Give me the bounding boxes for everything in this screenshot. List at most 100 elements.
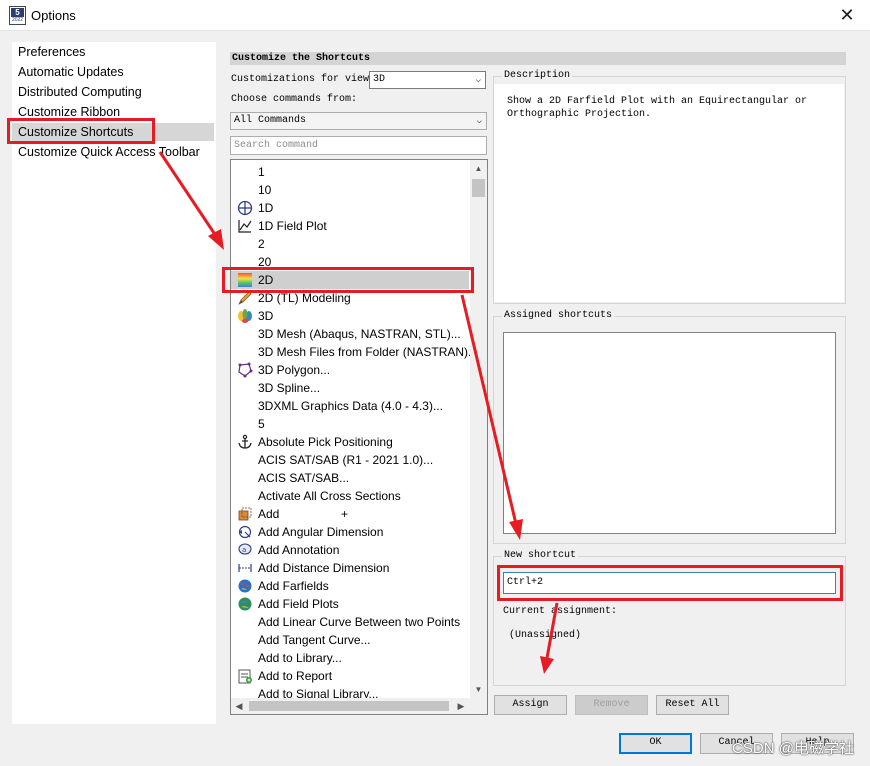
vertical-scrollbar[interactable]: ▲ ▼ <box>470 160 487 698</box>
command-item-label: Absolute Pick Positioning <box>258 435 393 449</box>
nav-item-preferences[interactable]: Preferences <box>18 43 85 61</box>
command-item-label: 1D <box>258 201 274 215</box>
command-item[interactable]: 3D Mesh Files from Folder (NASTRAN)... <box>231 343 478 361</box>
remove-button[interactable]: Remove <box>575 695 648 715</box>
ok-button[interactable]: OK <box>619 733 692 754</box>
current-assignment-label: Current assignment: <box>503 606 618 617</box>
command-item-label: 3D <box>258 309 274 323</box>
command-item[interactable]: 3DXML Graphics Data (4.0 - 4.3)... <box>231 397 469 415</box>
command-item-label: 2 <box>258 237 265 251</box>
command-item-label: 3D Polygon... <box>258 363 331 377</box>
command-item-label: 3D Spline... <box>258 381 321 395</box>
command-item[interactable]: Add to Library... <box>231 649 469 667</box>
chevron-down-icon: ⌵ <box>475 75 481 85</box>
scroll-up-icon[interactable]: ▲ <box>470 160 487 177</box>
app-logo-top: 5 <box>11 8 24 17</box>
command-item[interactable]: Add Linear Curve Between two Points <box>231 613 469 631</box>
command-item-label: Add Angular Dimension <box>258 525 384 539</box>
command-item[interactable]: ACIS SAT/SAB... <box>231 469 469 487</box>
scroll-thumb-horizontal[interactable] <box>249 701 449 711</box>
description-text: Show a 2D Farfield Plot with an Equirect… <box>507 96 808 120</box>
scroll-right-icon[interactable]: ▶ <box>453 698 469 714</box>
current-assignment-value: (Unassigned) <box>509 630 582 641</box>
command-item-label: 1 <box>258 165 265 179</box>
distance-dimension-icon <box>237 560 253 576</box>
assign-button[interactable]: Assign <box>494 695 567 715</box>
crosshair-circle-icon <box>237 200 253 216</box>
nav-item-customize-quick-access-toolbar[interactable]: Customize Quick Access Toolbar <box>18 143 200 161</box>
command-item[interactable]: 1D Field Plot <box>231 217 469 235</box>
command-item[interactable]: 3D Spline... <box>231 379 469 397</box>
command-item-label: Add Tangent Curve... <box>258 633 371 647</box>
reset-all-button[interactable]: Reset All <box>656 695 729 715</box>
command-item-label: Add Field Plots <box>258 597 339 611</box>
command-item-label: ACIS SAT/SAB... <box>258 471 350 485</box>
command-item[interactable]: 3D Polygon... <box>231 361 469 379</box>
command-item[interactable]: Add Distance Dimension <box>231 559 469 577</box>
highlight-box-command <box>222 267 474 293</box>
anchor-icon <box>237 434 253 450</box>
command-item-label: ACIS SAT/SAB (R1 - 2021 1.0)... <box>258 453 434 467</box>
view-label: Customizations for view: <box>231 74 376 85</box>
section-header: Customize the Shortcuts <box>230 52 846 65</box>
command-item-label: Add Distance Dimension <box>258 561 390 575</box>
command-item[interactable]: 5 <box>231 415 469 433</box>
command-item[interactable]: 1 <box>231 163 469 181</box>
view-select[interactable]: 3D ⌵ <box>369 71 486 89</box>
description-title: Description <box>502 70 573 82</box>
command-item[interactable]: Add to Report <box>231 667 469 685</box>
svg-text:a: a <box>242 546 246 554</box>
command-item-label: Add Linear Curve Between two Points <box>258 615 461 629</box>
assigned-shortcuts-title: Assigned shortcuts <box>502 310 615 322</box>
search-input[interactable]: Search command <box>230 136 487 155</box>
close-icon[interactable]: ✕ <box>824 0 870 30</box>
assigned-shortcuts-list[interactable] <box>503 332 836 534</box>
command-item[interactable]: Add Farfields <box>231 577 469 595</box>
command-item[interactable]: Activate All Cross Sections <box>231 487 469 505</box>
add-block-icon <box>237 506 253 522</box>
command-item[interactable]: ACIS SAT/SAB (R1 - 2021 1.0)... <box>231 451 469 469</box>
field-plot-globe-icon <box>237 596 253 612</box>
options-nav: Preferences Automatic Updates Distribute… <box>12 42 216 724</box>
app-logo-icon: 5 2022 <box>9 6 26 25</box>
command-item[interactable]: Add Field Plots <box>231 595 469 613</box>
nav-item-automatic-updates[interactable]: Automatic Updates <box>18 63 124 81</box>
command-item[interactable]: 2 <box>231 235 469 253</box>
command-item-label: 3D Mesh (Abaqus, NASTRAN, STL)... <box>258 327 461 341</box>
scroll-left-icon[interactable]: ◀ <box>231 698 247 714</box>
polygon-icon <box>237 362 253 378</box>
window-title: Options <box>31 8 76 23</box>
command-item-label: Add Annotation <box>258 543 340 557</box>
new-shortcut-title: New shortcut <box>502 550 579 562</box>
commands-select-value: All Commands <box>234 115 307 126</box>
horizontal-scrollbar[interactable]: ◀ ▶ <box>231 698 487 714</box>
report-icon <box>237 668 253 684</box>
command-list[interactable]: 1 10 1D 1D Field Plot 2 20 2D 2D (TL) Modeling 3… <box>230 159 488 715</box>
nav-item-distributed-computing[interactable]: Distributed Computing <box>18 83 142 101</box>
commands-label: Choose commands from: <box>231 94 358 105</box>
scroll-down-icon[interactable]: ▼ <box>470 681 487 698</box>
command-item[interactable]: 3D Mesh (Abaqus, NASTRAN, STL)... <box>231 325 469 343</box>
command-item[interactable]: a Add Annotation <box>231 541 469 559</box>
command-item-label: 5 <box>258 417 265 431</box>
command-item-label: Activate All Cross Sections <box>258 489 401 503</box>
command-item[interactable]: Add Angular Dimension <box>231 523 469 541</box>
command-item[interactable]: Add + <box>231 505 469 523</box>
command-item-label: 10 <box>258 183 272 197</box>
command-item[interactable]: Add Tangent Curve... <box>231 631 469 649</box>
commands-select[interactable]: All Commands ⌵ <box>230 112 487 130</box>
view-select-value: 3D <box>373 74 386 85</box>
title-bar: 5 2022 Options ✕ <box>0 0 870 31</box>
command-item[interactable]: 1D <box>231 199 469 217</box>
scroll-thumb[interactable] <box>472 179 485 197</box>
3d-pattern-icon <box>237 308 253 324</box>
command-item-label: 3DXML Graphics Data (4.0 - 4.3)... <box>258 399 443 413</box>
command-item[interactable]: Absolute Pick Positioning <box>231 433 469 451</box>
command-item[interactable]: 10 <box>231 181 469 199</box>
watermark: CSDN @电磁学社 <box>732 740 854 757</box>
command-item-label: Add to Library... <box>258 651 342 665</box>
angle-dimension-icon <box>237 524 253 540</box>
line-graph-icon <box>237 218 253 234</box>
command-item-label: 1D Field Plot <box>258 219 327 233</box>
command-item[interactable]: 3D <box>231 307 469 325</box>
